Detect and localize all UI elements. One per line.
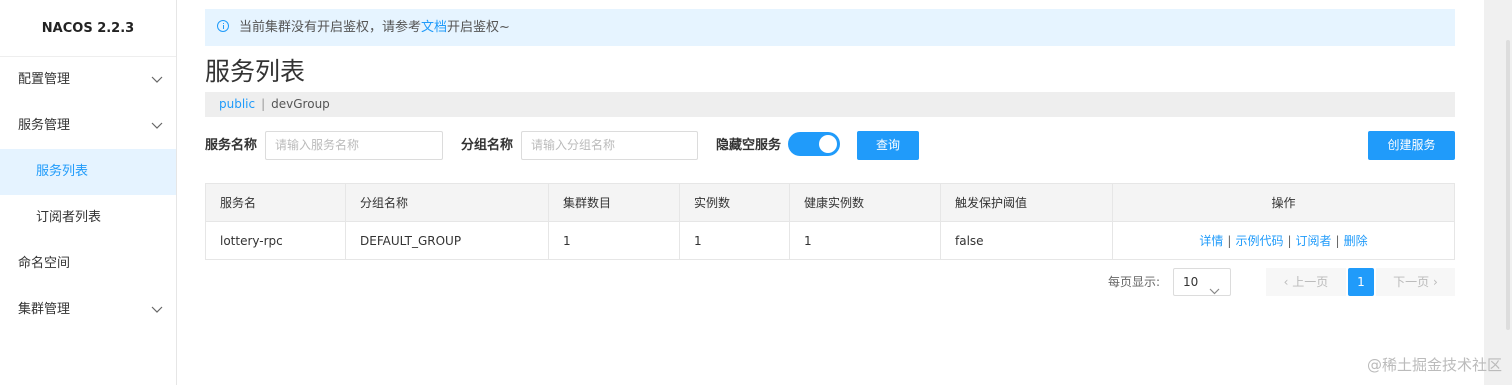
chevron-right-icon: › — [1429, 275, 1438, 289]
hide-empty-label: 隐藏空服务 — [716, 138, 782, 153]
cell-service-name: lottery-rpc — [205, 221, 346, 260]
service-name-input[interactable]: 请输入服务名称 — [265, 131, 443, 160]
page-size-select[interactable]: 10 — [1173, 268, 1231, 296]
chevron-down-icon — [150, 57, 164, 103]
cell-instance-count: 1 — [679, 221, 790, 260]
namespace-public-link[interactable]: public — [219, 97, 255, 111]
next-page-label: 下一页 — [1393, 275, 1430, 289]
pagination: 每页显示: 10 ‹ 上一页 1 下一页 › — [205, 268, 1455, 296]
sidebar-item-label: 订阅者列表 — [36, 210, 102, 225]
sidebar-item-label: 集群管理 — [18, 302, 71, 317]
namespace-separator: | — [261, 97, 266, 111]
chevron-down-icon — [150, 287, 164, 333]
table-header-row: 服务名 分组名称 集群数目 实例数 健康实例数 触发保护阈值 操作 — [205, 183, 1455, 222]
notice-text-end: 开启鉴权~ — [447, 20, 510, 35]
sidebar-item-label: 命名空间 — [18, 256, 71, 271]
ops-separator: | — [1287, 234, 1292, 248]
info-icon — [217, 20, 229, 32]
group-name-label: 分组名称 — [461, 138, 514, 153]
prev-page-label: 上一页 — [1292, 275, 1329, 289]
detail-link[interactable]: 详情 — [1199, 234, 1223, 248]
hide-empty-toggle[interactable] — [788, 132, 840, 156]
create-service-button[interactable]: 创建服务 — [1368, 131, 1455, 160]
ops-separator: | — [1227, 234, 1232, 248]
col-service-name: 服务名 — [205, 183, 346, 222]
scrollbar[interactable] — [1484, 0, 1512, 385]
sidebar-item-subscriber-list[interactable]: 订阅者列表 — [0, 195, 176, 241]
delete-link[interactable]: 删除 — [1344, 234, 1368, 248]
chevron-down-icon — [150, 103, 164, 149]
col-group-name: 分组名称 — [345, 183, 549, 222]
col-cluster-count: 集群数目 — [548, 183, 680, 222]
col-instance-count: 实例数 — [679, 183, 790, 222]
sample-code-link[interactable]: 示例代码 — [1235, 234, 1283, 248]
sidebar-item-cluster-management[interactable]: 集群管理 — [0, 287, 176, 333]
page-number-button[interactable]: 1 — [1348, 268, 1374, 296]
cell-healthy-count: 1 — [789, 221, 941, 260]
sidebar-item-config-management[interactable]: 配置管理 — [0, 57, 176, 103]
table-row: lottery-rpc DEFAULT_GROUP 1 1 1 false 详情… — [205, 221, 1455, 260]
brand-logo: NACOS 2.2.3 — [0, 0, 176, 57]
ops-separator: | — [1335, 234, 1340, 248]
sidebar-item-namespace[interactable]: 命名空间 — [0, 241, 176, 287]
service-table: 服务名 分组名称 集群数目 实例数 健康实例数 触发保护阈值 操作 lotter… — [205, 183, 1455, 260]
service-name-filter: 服务名称 — [205, 131, 257, 160]
cell-group-name: DEFAULT_GROUP — [345, 221, 549, 260]
cell-protect-threshold: false — [940, 221, 1113, 260]
cell-cluster-count: 1 — [548, 221, 680, 260]
sidebar-item-label: 服务管理 — [18, 118, 71, 133]
sidebar-item-service-management[interactable]: 服务管理 — [0, 103, 176, 149]
hide-empty-filter: 隐藏空服务 — [716, 131, 781, 160]
group-name-input[interactable]: 请输入分组名称 — [521, 131, 698, 160]
chevron-left-icon: ‹ — [1283, 275, 1293, 289]
col-operations: 操作 — [1112, 183, 1455, 222]
namespace-devgroup-link[interactable]: devGroup — [271, 97, 330, 111]
notice-text: 当前集群没有开启鉴权，请参考 — [239, 20, 422, 35]
docs-link[interactable]: 文档 — [421, 20, 447, 35]
col-healthy-count: 健康实例数 — [789, 183, 941, 222]
page-size-value: 10 — [1183, 275, 1199, 289]
sidebar-item-service-list[interactable]: 服务列表 — [0, 149, 176, 195]
sidebar-item-label: 配置管理 — [18, 72, 71, 87]
col-protect-threshold: 触发保护阈值 — [940, 183, 1113, 222]
query-button[interactable]: 查询 — [857, 131, 919, 160]
cell-operations: 详情 | 示例代码 | 订阅者 | 删除 — [1112, 221, 1455, 260]
sidebar-item-label: 服务列表 — [36, 164, 89, 179]
next-page-button[interactable]: 下一页 › — [1376, 268, 1455, 296]
watermark: @稀土掘金技术社区 — [1366, 356, 1502, 374]
namespace-bar: public | devGroup — [205, 92, 1455, 117]
group-name-filter: 分组名称 — [461, 131, 513, 160]
scrollbar-thumb[interactable] — [1506, 40, 1510, 330]
page-title: 服务列表 — [205, 57, 306, 86]
subscribers-link[interactable]: 订阅者 — [1296, 234, 1332, 248]
sidebar: NACOS 2.2.3 配置管理 服务管理 服务列表 订阅者列表 命名空间 集群… — [0, 0, 177, 385]
chevron-down-icon — [1209, 278, 1220, 304]
per-page-label: 每页显示: — [1108, 275, 1161, 289]
prev-page-button[interactable]: ‹ 上一页 — [1266, 268, 1346, 296]
service-name-label: 服务名称 — [205, 138, 258, 153]
auth-notice: 当前集群没有开启鉴权，请参考文档开启鉴权~ — [205, 9, 1455, 46]
